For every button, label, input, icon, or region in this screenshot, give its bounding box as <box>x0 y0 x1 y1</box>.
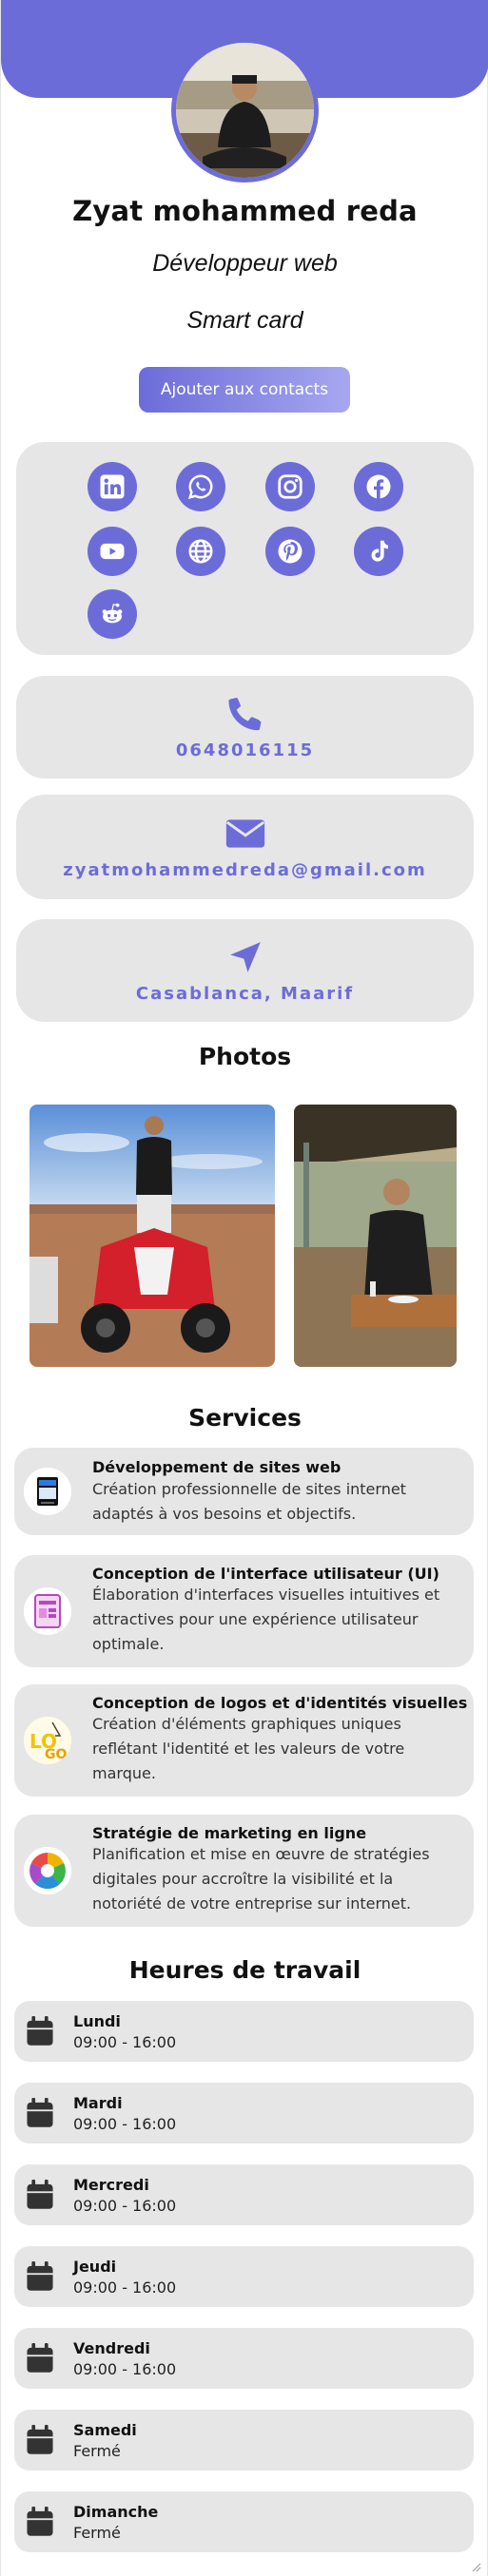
services-heading: Services <box>188 1404 302 1432</box>
pinterest-icon[interactable] <box>265 527 315 576</box>
hours-row-sunday: Dimanche Fermé <box>14 2491 474 2552</box>
envelope-icon <box>225 818 264 848</box>
website-globe-icon[interactable] <box>176 527 225 576</box>
hours-row-monday: Lundi 09:00 - 16:00 <box>14 2001 474 2062</box>
svg-text:GO: GO <box>45 1747 67 1762</box>
day-label: Vendredi <box>73 2339 150 2357</box>
phone-icon <box>227 697 261 730</box>
profile-subtitle: Smart card <box>186 307 303 334</box>
day-hours: 09:00 - 16:00 <box>73 2360 177 2378</box>
ui-design-icon <box>24 1587 71 1635</box>
whatsapp-icon[interactable] <box>176 462 225 511</box>
service-card-logo: LO GO Conception de logos et d'identités … <box>14 1684 474 1797</box>
day-hours: 09:00 - 16:00 <box>73 2033 177 2051</box>
social-links-card <box>16 442 474 655</box>
profile-name: Zyat mohammed reda <box>72 195 418 227</box>
email-card[interactable]: zyatmohammedreda@gmail.com <box>16 795 474 899</box>
phone-number: 0648016115 <box>175 740 315 760</box>
hours-row-wednesday: Mercredi 09:00 - 16:00 <box>14 2164 474 2225</box>
day-hours: 09:00 - 16:00 <box>73 2197 177 2215</box>
calendar-icon <box>27 2343 53 2373</box>
service-description: Création professionnelle de sites intern… <box>92 1480 406 1523</box>
day-hours: 09:00 - 16:00 <box>73 2278 177 2297</box>
gallery-photo-quad[interactable] <box>29 1105 275 1367</box>
hours-row-saturday: Samedi Fermé <box>14 2410 474 2470</box>
profile-job-title: Développeur web <box>152 250 338 277</box>
day-label: Mardi <box>73 2094 123 2112</box>
calendar-icon <box>27 2507 53 2536</box>
day-label: Mercredi <box>73 2176 149 2194</box>
resize-handle-icon[interactable] <box>470 2561 481 2572</box>
hours-row-tuesday: Mardi 09:00 - 16:00 <box>14 2083 474 2143</box>
instagram-icon[interactable] <box>265 462 315 511</box>
day-hours: 09:00 - 16:00 <box>73 2115 177 2133</box>
service-description: Planification et mise en œuvre de straté… <box>92 1845 430 1913</box>
service-description: Élaboration d'interfaces visuelles intui… <box>92 1586 440 1653</box>
working-hours-heading: Heures de travail <box>128 1956 361 1984</box>
day-label: Jeudi <box>73 2258 117 2276</box>
youtube-icon[interactable] <box>88 527 137 576</box>
web-development-icon <box>24 1468 71 1515</box>
day-label: Samedi <box>73 2421 137 2439</box>
calendar-icon <box>27 2180 53 2209</box>
location-card[interactable]: Casablanca, Maarif <box>16 919 474 1022</box>
service-title: Conception de logos et d'identités visue… <box>92 1694 468 1712</box>
add-to-contacts-button[interactable]: Ajouter aux contacts <box>139 367 350 413</box>
location-arrow-icon <box>229 941 261 972</box>
facebook-icon[interactable] <box>354 462 403 511</box>
day-label: Dimanche <box>73 2503 159 2521</box>
day-label: Lundi <box>73 2012 121 2030</box>
phone-card[interactable]: 0648016115 <box>16 676 474 779</box>
tiktok-icon[interactable] <box>354 527 403 576</box>
smart-card-page: Zyat mohammed reda Développeur web Smart… <box>0 0 488 2576</box>
day-hours: Fermé <box>73 2524 121 2542</box>
calendar-icon <box>27 2425 53 2454</box>
marketing-strategy-icon <box>24 1847 71 1894</box>
hours-row-friday: Vendredi 09:00 - 16:00 <box>14 2328 474 2389</box>
gallery-photo-tent[interactable] <box>294 1105 457 1367</box>
reddit-icon[interactable] <box>88 589 137 639</box>
calendar-icon <box>27 2098 53 2127</box>
service-title: Développement de sites web <box>92 1458 342 1476</box>
service-card-web: Développement de sites web Création prof… <box>14 1448 474 1535</box>
calendar-icon <box>27 2016 53 2046</box>
photos-heading: Photos <box>198 1043 292 1070</box>
service-description: Création d'éléments graphiques uniques r… <box>92 1715 405 1782</box>
service-card-marketing: Stratégie de marketing en ligne Planific… <box>14 1815 474 1927</box>
service-title: Conception de l'interface utilisateur (U… <box>92 1565 439 1583</box>
service-title: Stratégie de marketing en ligne <box>92 1824 367 1842</box>
day-hours: Fermé <box>73 2442 121 2460</box>
service-card-ui: Conception de l'interface utilisateur (U… <box>14 1555 474 1667</box>
avatar <box>171 38 319 183</box>
calendar-icon <box>27 2261 53 2291</box>
email-address: zyatmohammedreda@gmail.com <box>63 859 427 880</box>
location-text: Casablanca, Maarif <box>135 983 355 1004</box>
hours-row-thursday: Jeudi 09:00 - 16:00 <box>14 2246 474 2307</box>
logo-design-icon: LO GO <box>24 1717 71 1764</box>
linkedin-icon[interactable] <box>88 462 137 511</box>
